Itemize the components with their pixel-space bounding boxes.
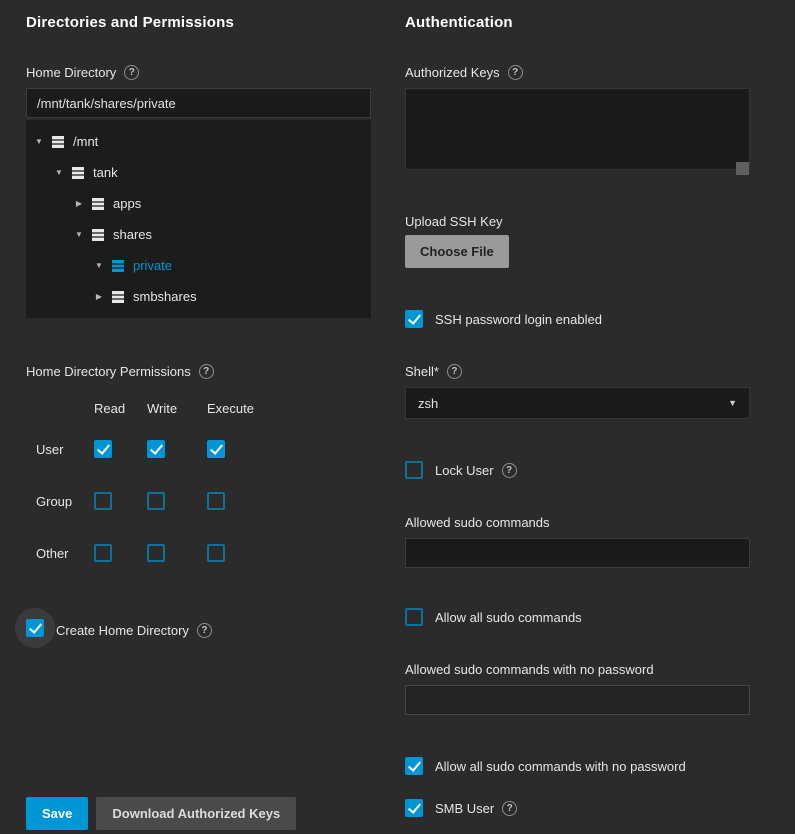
tree-item-smbshares[interactable]: ▶ smbshares	[26, 281, 371, 312]
caret-down-icon[interactable]: ▼	[52, 168, 66, 177]
allow-all-sudo-nopasswd-label: Allow all sudo commands with no password	[435, 759, 686, 774]
shell-label-row: Shell * ?	[405, 364, 462, 379]
help-icon[interactable]: ?	[502, 463, 517, 478]
tree-item-label: /mnt	[73, 134, 98, 149]
checkbox-other-read[interactable]	[94, 544, 112, 562]
perm-col-execute: Execute	[207, 401, 277, 416]
checkbox-group-execute[interactable]	[207, 492, 225, 510]
help-icon[interactable]: ?	[502, 801, 517, 816]
directory-tree: ▼ /mnt ▼ tank ▶ apps ▼	[26, 120, 371, 318]
perm-row-group-label: Group	[26, 494, 94, 509]
help-icon[interactable]: ?	[197, 623, 212, 638]
caret-down-icon[interactable]: ▼	[92, 261, 106, 270]
checkbox-user-execute[interactable]	[207, 440, 225, 458]
tree-item-mnt[interactable]: ▼ /mnt	[26, 126, 371, 157]
tree-item-private[interactable]: ▼ private	[26, 250, 371, 281]
caret-down-icon[interactable]: ▼	[32, 137, 46, 146]
help-icon[interactable]: ?	[508, 65, 523, 80]
perm-row-user-label: User	[26, 442, 94, 457]
lock-user-label: Lock User	[435, 463, 494, 478]
checkbox-other-execute[interactable]	[207, 544, 225, 562]
user-edit-form: Directories and Permissions Home Directo…	[0, 0, 795, 817]
tree-item-apps[interactable]: ▶ apps	[26, 188, 371, 219]
tree-item-tank[interactable]: ▼ tank	[26, 157, 371, 188]
section-title-authentication: Authentication	[405, 14, 513, 31]
ssh-password-login-label: SSH password login enabled	[435, 312, 602, 327]
ssh-password-login-row[interactable]: SSH password login enabled	[405, 310, 602, 328]
dataset-icon	[90, 196, 106, 212]
home-directory-label-row: Home Directory ?	[26, 65, 139, 80]
permissions-label-row: Home Directory Permissions ?	[26, 364, 214, 379]
allow-all-sudo-nopasswd-checkbox[interactable]	[405, 757, 423, 775]
dataset-icon	[70, 165, 86, 181]
lock-user-checkbox[interactable]	[405, 461, 423, 479]
authorized-keys-textarea[interactable]	[405, 88, 750, 170]
tree-item-shares[interactable]: ▼ shares	[26, 219, 371, 250]
allowed-sudo-nopasswd-label: Allowed sudo commands with no password	[405, 662, 654, 677]
allow-all-sudo-row[interactable]: Allow all sudo commands	[405, 608, 582, 626]
dataset-icon	[50, 134, 66, 150]
form-actions: Save Download Authorized Keys	[26, 797, 296, 830]
tree-item-label: smbshares	[133, 289, 197, 304]
home-directory-label: Home Directory	[26, 65, 116, 80]
directories-permissions-section: Directories and Permissions Home Directo…	[26, 14, 371, 817]
permissions-grid: Read Write Execute User Group Other	[26, 393, 277, 579]
caret-right-icon[interactable]: ▶	[92, 292, 106, 301]
checkbox-other-write[interactable]	[147, 544, 165, 562]
checkbox-group-read[interactable]	[94, 492, 112, 510]
help-icon[interactable]: ?	[124, 65, 139, 80]
perm-col-read: Read	[94, 401, 147, 416]
upload-ssh-key-label: Upload SSH Key	[405, 214, 503, 229]
allow-all-sudo-nopasswd-row[interactable]: Allow all sudo commands with no password	[405, 757, 686, 775]
checkbox-group-write[interactable]	[147, 492, 165, 510]
shell-select-value: zsh	[418, 396, 728, 411]
create-home-directory-label: Create Home Directory	[56, 623, 189, 638]
resize-handle-icon[interactable]	[736, 162, 749, 175]
help-icon[interactable]: ?	[447, 364, 462, 379]
create-home-directory-checkbox[interactable]	[26, 619, 44, 637]
checkbox-user-write[interactable]	[147, 440, 165, 458]
create-home-directory-row[interactable]: Create Home Directory ?	[26, 619, 212, 642]
home-directory-input[interactable]	[26, 88, 371, 118]
smb-user-row[interactable]: SMB User ?	[405, 799, 517, 817]
tree-item-label: tank	[93, 165, 118, 180]
allow-all-sudo-label: Allow all sudo commands	[435, 610, 582, 625]
lock-user-row[interactable]: Lock User ?	[405, 461, 517, 479]
perm-row-other-label: Other	[26, 546, 94, 561]
authentication-section: Authentication Authorized Keys ? Upload …	[405, 14, 750, 817]
choose-file-button[interactable]: Choose File	[405, 235, 509, 268]
tree-item-label: apps	[113, 196, 141, 211]
section-title-directories: Directories and Permissions	[26, 14, 234, 31]
allowed-sudo-commands-input[interactable]	[405, 538, 750, 568]
allow-all-sudo-checkbox[interactable]	[405, 608, 423, 626]
perm-col-write: Write	[147, 401, 207, 416]
ssh-password-login-checkbox[interactable]	[405, 310, 423, 328]
caret-down-icon: ▼	[728, 398, 737, 408]
shell-select[interactable]: zsh ▼	[405, 387, 750, 419]
allowed-sudo-commands-label: Allowed sudo commands	[405, 515, 550, 530]
dataset-icon	[110, 258, 126, 274]
smb-user-checkbox[interactable]	[405, 799, 423, 817]
home-directory-permissions-label: Home Directory Permissions	[26, 364, 191, 379]
shell-label: Shell	[405, 364, 434, 379]
allowed-sudo-nopasswd-input[interactable]	[405, 685, 750, 715]
caret-down-icon[interactable]: ▼	[72, 230, 86, 239]
save-button[interactable]: Save	[26, 797, 88, 830]
help-icon[interactable]: ?	[199, 364, 214, 379]
authorized-keys-label-row: Authorized Keys ?	[405, 65, 523, 80]
smb-user-label: SMB User	[435, 801, 494, 816]
authorized-keys-label: Authorized Keys	[405, 65, 500, 80]
checkbox-user-read[interactable]	[94, 440, 112, 458]
caret-right-icon[interactable]: ▶	[72, 199, 86, 208]
dataset-icon	[110, 289, 126, 305]
tree-item-label: shares	[113, 227, 152, 242]
required-asterisk: *	[434, 364, 439, 379]
dataset-icon	[90, 227, 106, 243]
tree-item-label: private	[133, 258, 172, 273]
download-authorized-keys-button[interactable]: Download Authorized Keys	[96, 797, 296, 830]
